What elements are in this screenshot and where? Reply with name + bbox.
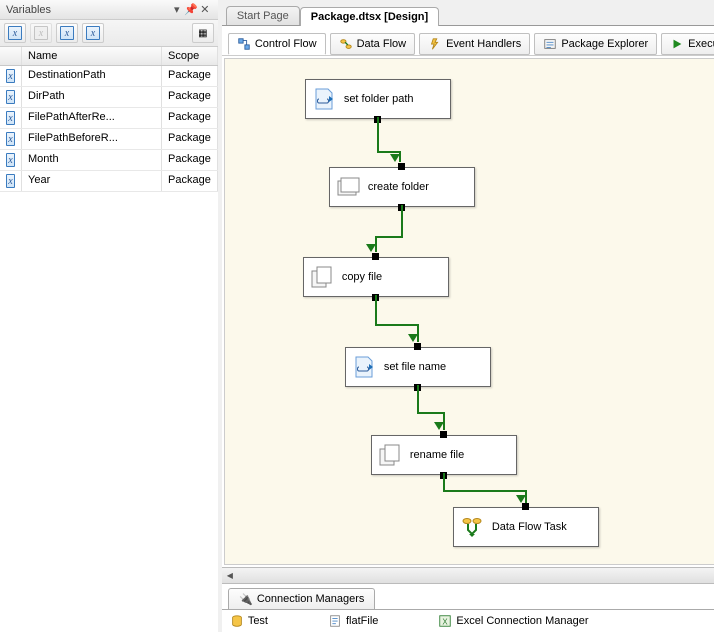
variable-row[interactable]: x Year Package (0, 171, 218, 192)
tab-execution-results[interactable]: Execution Re (661, 33, 714, 55)
variable-icon: x (6, 174, 15, 188)
tab-package-explorer[interactable]: Package Explorer (534, 33, 657, 55)
task-copy-file[interactable]: copy file (303, 257, 449, 297)
variable-icon: x (6, 90, 15, 104)
dataflow-icon (339, 37, 353, 51)
close-icon[interactable]: ✕ (198, 3, 212, 16)
connection-managers-tab[interactable]: 🔌 Connection Managers (228, 588, 376, 609)
variable-icon: x (6, 111, 15, 125)
control-flow-canvas[interactable]: set folder path create folder copy file … (224, 58, 714, 565)
variables-panel: Variables ▾ 📌 ✕ x x x x ▦ Name Scope x D… (0, 0, 222, 632)
designer-panel: Start Page Package.dtsx [Design] Control… (222, 0, 714, 632)
add-variable-button[interactable]: x (4, 23, 26, 43)
variables-toolbar: x x x x ▦ (0, 20, 218, 47)
tab-event-handlers[interactable]: Event Handlers (419, 33, 530, 55)
connection-item[interactable]: X Excel Connection Manager (438, 614, 588, 628)
variable-row[interactable]: x DirPath Package (0, 87, 218, 108)
variables-grid[interactable]: Name Scope x DestinationPath Package x D… (0, 47, 218, 632)
dropdown-icon[interactable]: ▾ (170, 3, 184, 16)
panel-title-label: Variables (6, 4, 170, 16)
explorer-icon (543, 37, 557, 51)
script-task-icon (352, 355, 376, 379)
script-task-icon (312, 87, 336, 111)
tab-package[interactable]: Package.dtsx [Design] (300, 7, 439, 26)
show-system-button[interactable]: x (56, 23, 78, 43)
copy-icon (310, 265, 334, 289)
tab-data-flow[interactable]: Data Flow (330, 33, 416, 55)
task-rename-file[interactable]: rename file (371, 435, 517, 475)
variable-row[interactable]: x Month Package (0, 150, 218, 171)
variable-row[interactable]: x FilePathBeforeR... Package (0, 129, 218, 150)
connection-item[interactable]: flatFile (328, 614, 378, 628)
horizontal-scrollbar[interactable]: ◀ ▶ (222, 567, 714, 583)
task-data-flow[interactable]: Data Flow Task (453, 507, 599, 547)
excel-icon: X (438, 614, 452, 628)
document-tabs: Start Page Package.dtsx [Design] (222, 0, 714, 26)
flatfile-icon (328, 614, 342, 628)
show-all-button[interactable]: x (82, 23, 104, 43)
copy-icon (378, 443, 402, 467)
panel-titlebar: Variables ▾ 📌 ✕ (0, 0, 218, 20)
connection-list: Test flatFile X Excel Connection Manager (222, 609, 714, 632)
variable-icon: x (6, 69, 15, 83)
db-icon (230, 614, 244, 628)
pin-icon[interactable]: 📌 (184, 3, 198, 16)
col-name[interactable]: Name (22, 47, 162, 65)
delete-variable-button[interactable]: x (30, 23, 52, 43)
connection-managers-panel: 🔌 Connection Managers Test flatFile X Ex… (222, 583, 714, 632)
variable-icon: x (6, 132, 15, 146)
dataflow-task-icon (460, 515, 484, 539)
variable-row[interactable]: x FilePathAfterRe... Package (0, 108, 218, 129)
plug-icon: 🔌 (239, 592, 253, 606)
controlflow-icon (237, 37, 251, 51)
svg-text:X: X (443, 618, 449, 627)
folder-icon (336, 175, 360, 199)
tab-control-flow[interactable]: Control Flow (228, 33, 326, 55)
tab-start-page[interactable]: Start Page (226, 6, 300, 25)
grid-options-button[interactable]: ▦ (192, 23, 214, 43)
col-scope[interactable]: Scope (162, 47, 218, 65)
scroll-left-icon[interactable]: ◀ (222, 571, 238, 580)
variable-row[interactable]: x DestinationPath Package (0, 66, 218, 87)
events-icon (428, 37, 442, 51)
play-icon (670, 37, 684, 51)
designer-subtabs: Control Flow Data Flow Event Handlers Pa… (222, 26, 714, 56)
task-set-folder-path[interactable]: set folder path (305, 79, 451, 119)
task-set-file-name[interactable]: set file name (345, 347, 491, 387)
task-create-folder[interactable]: create folder (329, 167, 475, 207)
connection-item[interactable]: Test (230, 614, 268, 628)
grid-header: Name Scope (0, 47, 218, 66)
variable-icon: x (6, 153, 15, 167)
